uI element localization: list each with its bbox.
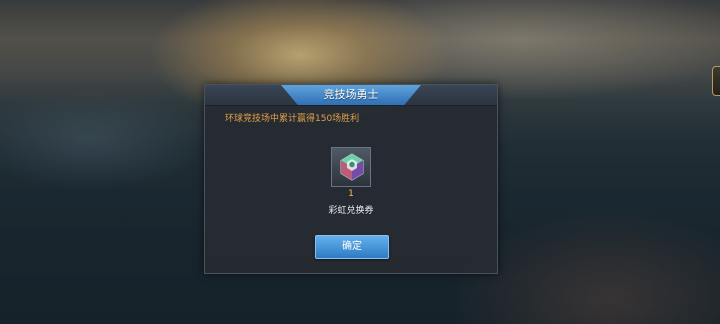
dialog-title-bar: 竞技场勇士: [205, 85, 497, 106]
game-background: 竞技场勇士 环球竞技场中累计赢得150场胜利 1 彩虹兑换券 确定: [0, 0, 720, 324]
reward-count: 1: [348, 189, 354, 199]
rainbow-voucher-icon: [340, 153, 364, 181]
confirm-button[interactable]: 确定: [315, 235, 389, 259]
dialog-title: 竞技场勇士: [323, 88, 379, 101]
achievement-dialog: 竞技场勇士 环球竞技场中累计赢得150场胜利 1 彩虹兑换券 确定: [204, 84, 498, 274]
achievement-description: 环球竞技场中累计赢得150场胜利: [225, 114, 360, 124]
reward-name: 彩虹兑换券: [328, 206, 374, 216]
side-menu-tab[interactable]: [712, 66, 720, 96]
reward-item-slot[interactable]: [331, 147, 371, 187]
